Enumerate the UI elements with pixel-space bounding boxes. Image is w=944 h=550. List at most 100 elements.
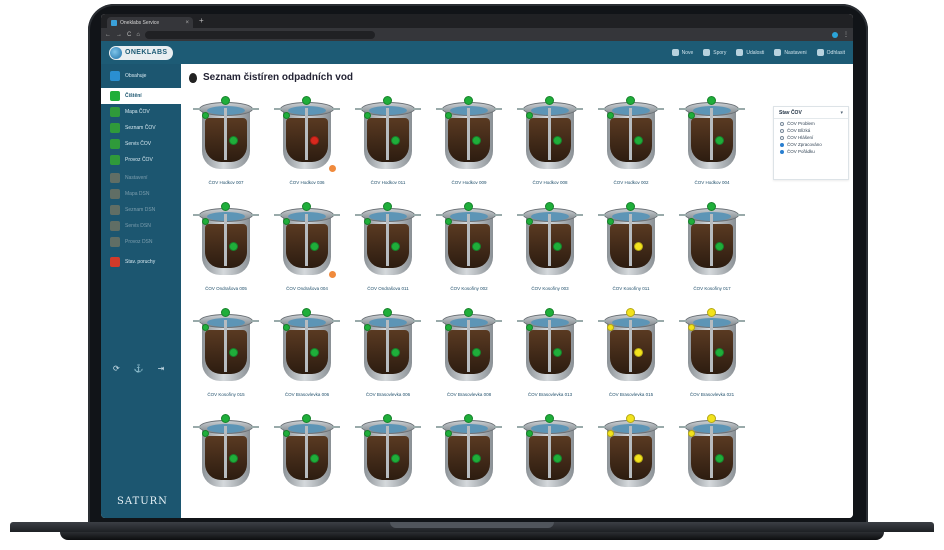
tank-label[interactable]: ČOV Brasovlevka 013 xyxy=(513,392,587,397)
logout-icon[interactable]: ⇥ xyxy=(158,364,165,373)
sidebar-item[interactable]: Nastavení xyxy=(101,170,181,186)
tank-card[interactable]: ČOV Hodkov 002 xyxy=(598,94,664,198)
sidebar-item[interactable]: Servis ČOV xyxy=(101,136,181,152)
tank-card[interactable]: ČOV Ondrašova 005 xyxy=(193,200,259,304)
topnav-item[interactable]: Udalosti xyxy=(736,49,764,56)
tank-card[interactable] xyxy=(436,412,502,516)
sidebar-item[interactable]: Provoz DSN xyxy=(101,234,181,250)
tank-label[interactable]: ČOV Brasovlevka 021 xyxy=(675,392,749,397)
tank-card[interactable]: ČOV Kosořiny 015 xyxy=(193,306,259,410)
tank-card[interactable]: ČOV Hodkov 004 xyxy=(679,94,745,198)
tank-card[interactable] xyxy=(517,412,583,516)
tank-card[interactable]: ČOV Brasovlevka 006 xyxy=(355,306,421,410)
filter-option[interactable]: ČOV Blízká xyxy=(774,126,848,133)
tank-label[interactable]: ČOV Hodkov 007 xyxy=(189,180,263,185)
tank-card[interactable]: ČOV Ondrašova 011 xyxy=(355,200,421,304)
filter-option[interactable]: ČOV Pořádku xyxy=(774,147,848,154)
tank-card[interactable]: ČOV Hodkov 011 xyxy=(355,94,421,198)
filter-option[interactable]: ČOV Zpracováno xyxy=(774,140,848,147)
tank-card[interactable] xyxy=(355,412,421,516)
tank-card[interactable]: ČOV Brasovlevka 021 xyxy=(679,306,745,410)
radio-icon[interactable] xyxy=(780,149,784,154)
status-green-indicator xyxy=(202,112,209,119)
status-green-indicator xyxy=(383,202,392,211)
tank-card[interactable] xyxy=(598,412,664,516)
home-icon[interactable]: ⌂ xyxy=(136,32,140,38)
sidebar-item[interactable]: Obsahuje xyxy=(101,68,181,84)
tank-card[interactable]: ČOV Hodkov 007 xyxy=(193,94,259,198)
chevron-down-icon[interactable]: ▾ xyxy=(840,110,843,116)
tank-label[interactable]: ČOV Brasovlevka 006 xyxy=(351,392,425,397)
tank-label[interactable]: ČOV Ondrašova 004 xyxy=(270,286,344,291)
status-yellow-indicator xyxy=(626,414,635,423)
tank-card[interactable]: ČOV Brasovlevka 013 xyxy=(517,306,583,410)
sidebar-item[interactable]: Mapa DSN xyxy=(101,186,181,202)
alert-badge-icon[interactable] xyxy=(328,270,337,279)
tank-label[interactable]: ČOV Kosořiny 011 xyxy=(594,286,668,291)
tank-card[interactable]: ČOV Brasovlevka 015 xyxy=(598,306,664,410)
status-green-indicator xyxy=(715,136,724,145)
tank-card[interactable] xyxy=(193,412,259,516)
new-tab-icon[interactable]: + xyxy=(199,16,204,25)
tank-card[interactable]: ČOV Kosořiny 011 xyxy=(598,200,664,304)
radio-icon[interactable] xyxy=(780,121,784,126)
sidebar-item[interactable]: Servis DSN xyxy=(101,218,181,234)
sidebar-item[interactable]: Čištění xyxy=(101,88,181,104)
tank-label[interactable]: ČOV Hodkov 002 xyxy=(594,180,668,185)
forward-icon[interactable]: → xyxy=(116,32,122,38)
radio-icon[interactable] xyxy=(780,142,784,147)
tank-label[interactable]: ČOV Ondrašova 005 xyxy=(189,286,263,291)
filter-option[interactable]: ČOV Problem xyxy=(774,119,848,126)
outlet-pipe xyxy=(737,426,745,428)
tank-label[interactable]: ČOV Hodkov 004 xyxy=(675,180,749,185)
tank-label[interactable]: ČOV Kosořiny 003 xyxy=(513,286,587,291)
app-logo[interactable]: ONEKLABS xyxy=(109,45,174,60)
browser-tab[interactable]: Oneklabs Service × xyxy=(107,17,193,28)
tank-label[interactable]: ČOV Brasovlevka 015 xyxy=(594,392,668,397)
filter-option[interactable]: ČOV Hlášení xyxy=(774,133,848,140)
tank-label[interactable]: ČOV Kosořiny 002 xyxy=(432,286,506,291)
profile-icon[interactable] xyxy=(832,31,838,38)
topnav-item[interactable]: Nastaveni xyxy=(774,49,807,56)
refresh-icon[interactable]: ⟳ xyxy=(113,364,120,373)
tank-card[interactable]: ČOV Brasovlevka 008 xyxy=(436,306,502,410)
anchor-icon[interactable]: ⚓ xyxy=(134,364,144,373)
outlet-pipe xyxy=(332,214,340,216)
sidebar-item[interactable]: Mapa ČOV xyxy=(101,104,181,120)
tank-label[interactable]: ČOV Ondrašova 011 xyxy=(351,286,425,291)
radio-icon[interactable] xyxy=(780,128,784,133)
tank-card[interactable] xyxy=(274,412,340,516)
tank-card[interactable]: ČOV Kosořiny 002 xyxy=(436,200,502,304)
menu-icon[interactable]: ⋮ xyxy=(843,31,849,38)
tank-card[interactable]: ČOV Kosořiny 003 xyxy=(517,200,583,304)
tank-card[interactable]: ČOV Hodkov 009 xyxy=(436,94,502,198)
back-icon[interactable]: ← xyxy=(105,32,111,38)
sidebar-item[interactable]: Provoz ČOV xyxy=(101,152,181,168)
tank-label[interactable]: ČOV Kosořiny 015 xyxy=(189,392,263,397)
filter-header[interactable]: Stav ČOV ▾ xyxy=(774,107,848,119)
tank-label[interactable]: ČOV Kosořiny 017 xyxy=(675,286,749,291)
tank-card[interactable]: ČOV Brasovlevka 006 xyxy=(274,306,340,410)
radio-icon[interactable] xyxy=(780,135,784,140)
url-field[interactable] xyxy=(144,30,375,39)
tank-label[interactable]: ČOV Hodkov 008 xyxy=(513,180,587,185)
sidebar-item[interactable]: Seznam DSN xyxy=(101,202,181,218)
tank-card[interactable]: ČOV Hodkov 036 xyxy=(274,94,340,198)
tank-card[interactable]: ČOV Ondrašova 004 xyxy=(274,200,340,304)
tank-label[interactable]: ČOV Brasovlevka 006 xyxy=(270,392,344,397)
tank-label[interactable]: ČOV Brasovlevka 008 xyxy=(432,392,506,397)
sidebar-item[interactable]: Seznam ČOV xyxy=(101,120,181,136)
tank-label[interactable]: ČOV Hodkov 036 xyxy=(270,180,344,185)
tank-card[interactable]: ČOV Kosořiny 017 xyxy=(679,200,745,304)
tab-close-icon[interactable]: × xyxy=(185,20,189,26)
tank-card[interactable]: ČOV Hodkov 008 xyxy=(517,94,583,198)
tank-label[interactable]: ČOV Hodkov 011 xyxy=(351,180,425,185)
topnav-item[interactable]: Nove xyxy=(671,49,693,56)
sidebar-item[interactable]: Stav. poruchy xyxy=(101,254,181,270)
reload-icon[interactable]: C xyxy=(127,32,131,38)
topnav-item[interactable]: Odhlasit xyxy=(816,49,845,56)
tank-label[interactable]: ČOV Hodkov 009 xyxy=(432,180,506,185)
alert-badge-icon[interactable] xyxy=(328,164,337,173)
topnav-item[interactable]: Spory xyxy=(703,49,726,56)
tank-card[interactable] xyxy=(679,412,745,516)
